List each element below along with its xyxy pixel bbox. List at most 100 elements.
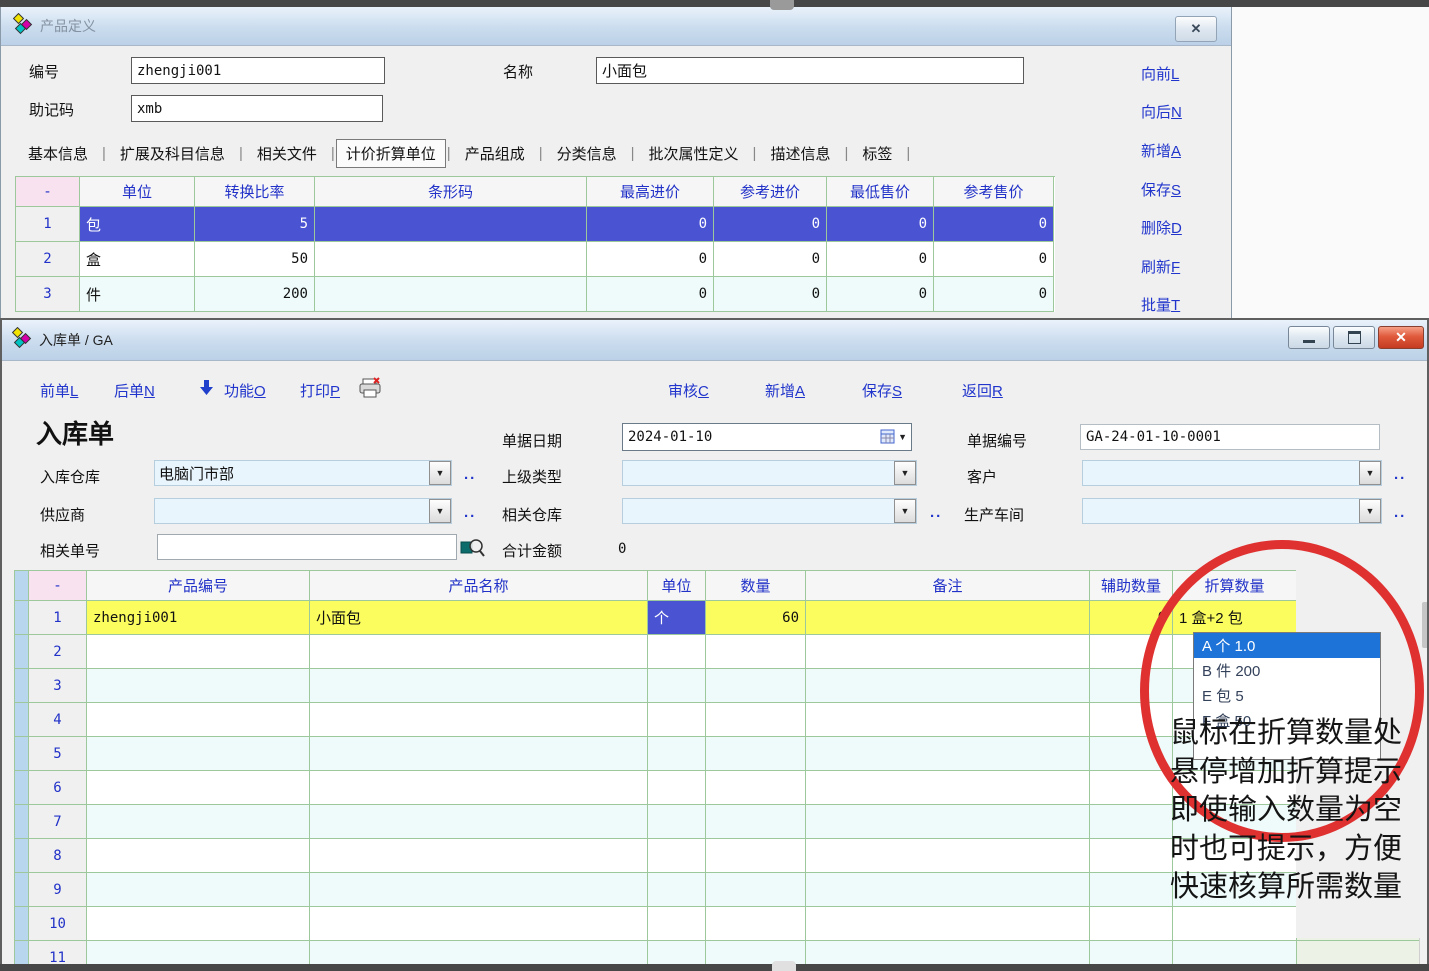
cell-ref-sale[interactable]: 0 xyxy=(934,277,1054,312)
cell-product-name[interactable]: 小面包 xyxy=(310,601,648,635)
tab-extended-info[interactable]: 扩展及科目信息 xyxy=(107,140,238,167)
entry-window-titlebar[interactable]: 入库单 / GA ✕ xyxy=(2,320,1427,361)
cell-min-sale[interactable]: 0 xyxy=(827,207,934,242)
prev-button[interactable]: 向前L xyxy=(1141,63,1179,84)
cell-ref-purchase[interactable]: 0 xyxy=(714,242,827,277)
mnemonic-input[interactable]: xmb xyxy=(131,95,383,122)
cell-ref-purchase[interactable]: 0 xyxy=(714,207,827,242)
tab-basic-info[interactable]: 基本信息 xyxy=(15,140,101,167)
supplier-more-button[interactable]: .. xyxy=(464,504,476,521)
product-window-titlebar[interactable]: 产品定义 ✕ xyxy=(1,7,1231,46)
tab-related-files[interactable]: 相关文件 xyxy=(244,140,330,167)
row-number[interactable]: 3 xyxy=(16,277,80,312)
row-number[interactable]: 1 xyxy=(29,601,87,635)
cell-barcode[interactable] xyxy=(315,277,587,312)
cell-min-sale[interactable]: 0 xyxy=(827,277,934,312)
row-number[interactable]: 1 xyxy=(16,207,80,242)
workshop-more-button[interactable]: .. xyxy=(1394,504,1406,521)
row-number[interactable]: 6 xyxy=(29,771,87,805)
table-row[interactable]: 3 件 200 0 0 0 0 xyxy=(16,277,1055,312)
cell-note[interactable] xyxy=(806,601,1090,635)
table-row[interactable]: 10 xyxy=(15,907,1422,941)
calendar-icon[interactable]: ▼ xyxy=(880,429,907,444)
row-number[interactable]: 9 xyxy=(29,873,87,907)
minimize-icon[interactable] xyxy=(1288,326,1330,349)
cell-ratio[interactable]: 50 xyxy=(195,242,315,277)
customer-combobox[interactable]: ▼ xyxy=(1082,460,1382,486)
code-input[interactable]: zhengji001 xyxy=(131,57,385,84)
row-number[interactable]: 2 xyxy=(16,242,80,277)
row-number[interactable]: 10 xyxy=(29,907,87,941)
cell-ref-sale[interactable]: 0 xyxy=(934,242,1054,277)
tab-pricing-units[interactable]: 计价折算单位 xyxy=(336,139,446,168)
cell-barcode[interactable] xyxy=(315,207,587,242)
supplier-combobox[interactable]: ▼ xyxy=(154,498,452,524)
chevron-down-icon[interactable]: ▼ xyxy=(429,461,451,485)
row-number[interactable]: 4 xyxy=(29,703,87,737)
next-doc-button[interactable]: 后单N xyxy=(114,380,155,401)
tab-composition[interactable]: 产品组成 xyxy=(452,140,538,167)
chevron-down-icon[interactable]: ▼ xyxy=(894,499,916,523)
warehouse-combobox[interactable]: 电脑门市部 ▼ xyxy=(154,460,452,486)
functions-button[interactable]: 功能O xyxy=(224,380,266,401)
name-input[interactable]: 小面包 xyxy=(596,57,1024,84)
row-number[interactable]: 2 xyxy=(29,635,87,669)
cell-max-purchase[interactable]: 0 xyxy=(587,207,714,242)
tab-classification[interactable]: 分类信息 xyxy=(544,140,630,167)
tab-description[interactable]: 描述信息 xyxy=(757,140,843,167)
delete-button[interactable]: 删除D xyxy=(1141,217,1182,238)
close-icon[interactable]: ✕ xyxy=(1175,16,1217,42)
parent-type-combobox[interactable]: ▼ xyxy=(622,460,917,486)
cell-max-purchase[interactable]: 0 xyxy=(587,242,714,277)
save-button[interactable]: 保存S xyxy=(1141,179,1181,200)
tab-batch-attrs[interactable]: 批次属性定义 xyxy=(636,140,752,167)
chevron-down-icon[interactable]: ▼ xyxy=(1359,461,1381,485)
cell-ratio[interactable]: 200 xyxy=(195,277,315,312)
cell-unit[interactable]: 盒 xyxy=(80,242,195,277)
related-warehouse-combobox[interactable]: ▼ xyxy=(622,498,917,524)
cell-quantity[interactable]: 60 xyxy=(706,601,806,635)
chevron-down-icon[interactable]: ▼ xyxy=(429,499,451,523)
save-button[interactable]: 保存S xyxy=(862,380,902,401)
cell-unit[interactable]: 包 xyxy=(80,207,195,242)
row-number[interactable]: 7 xyxy=(29,805,87,839)
workshop-combobox[interactable]: ▼ xyxy=(1082,498,1382,524)
chevron-down-icon[interactable]: ▼ xyxy=(1359,499,1381,523)
customer-more-button[interactable]: .. xyxy=(1394,466,1406,483)
prev-doc-button[interactable]: 前单L xyxy=(40,380,78,401)
warehouse-more-button[interactable]: .. xyxy=(464,466,476,483)
add-button[interactable]: 新增A xyxy=(765,380,805,401)
maximize-icon[interactable] xyxy=(1333,326,1375,349)
close-icon[interactable]: ✕ xyxy=(1378,326,1424,349)
batch-button[interactable]: 批量T xyxy=(1141,294,1180,315)
audit-button[interactable]: 审核C xyxy=(668,380,709,401)
related-doc-input[interactable] xyxy=(157,534,457,560)
search-icon[interactable] xyxy=(460,536,486,563)
doc-date-input[interactable]: 2024-01-10 ▼ xyxy=(622,423,912,451)
refresh-button[interactable]: 刷新F xyxy=(1141,256,1180,277)
cell-unit[interactable]: 件 xyxy=(80,277,195,312)
cell-product-code[interactable]: zhengji001 xyxy=(87,601,310,635)
table-row[interactable]: 1 包 5 0 0 0 0 xyxy=(16,207,1055,242)
doc-number-input[interactable]: GA-24-01-10-0001 xyxy=(1080,424,1380,450)
return-button[interactable]: 返回R xyxy=(962,380,1003,401)
scrollbar-thumb[interactable] xyxy=(1422,602,1429,648)
print-button[interactable]: 打印P xyxy=(300,380,340,401)
table-row[interactable]: 2 盒 50 0 0 0 0 xyxy=(16,242,1055,277)
cell-min-sale[interactable]: 0 xyxy=(827,242,934,277)
cell-ref-sale[interactable]: 0 xyxy=(934,207,1054,242)
tab-tags[interactable]: 标签 xyxy=(849,140,905,167)
chevron-down-icon[interactable]: ▼ xyxy=(894,461,916,485)
cell-ratio[interactable]: 5 xyxy=(195,207,315,242)
row-number[interactable]: 5 xyxy=(29,737,87,771)
cell-max-purchase[interactable]: 0 xyxy=(587,277,714,312)
row-number[interactable]: 8 xyxy=(29,839,87,873)
related-warehouse-more-button[interactable]: .. xyxy=(930,504,942,521)
next-button[interactable]: 向后N xyxy=(1141,101,1182,122)
cell-ref-purchase[interactable]: 0 xyxy=(714,277,827,312)
cell-barcode[interactable] xyxy=(315,242,587,277)
cell-unit[interactable]: 个 xyxy=(648,601,706,635)
add-button[interactable]: 新增A xyxy=(1141,140,1181,161)
printer-icon[interactable] xyxy=(358,377,384,404)
row-number[interactable]: 3 xyxy=(29,669,87,703)
